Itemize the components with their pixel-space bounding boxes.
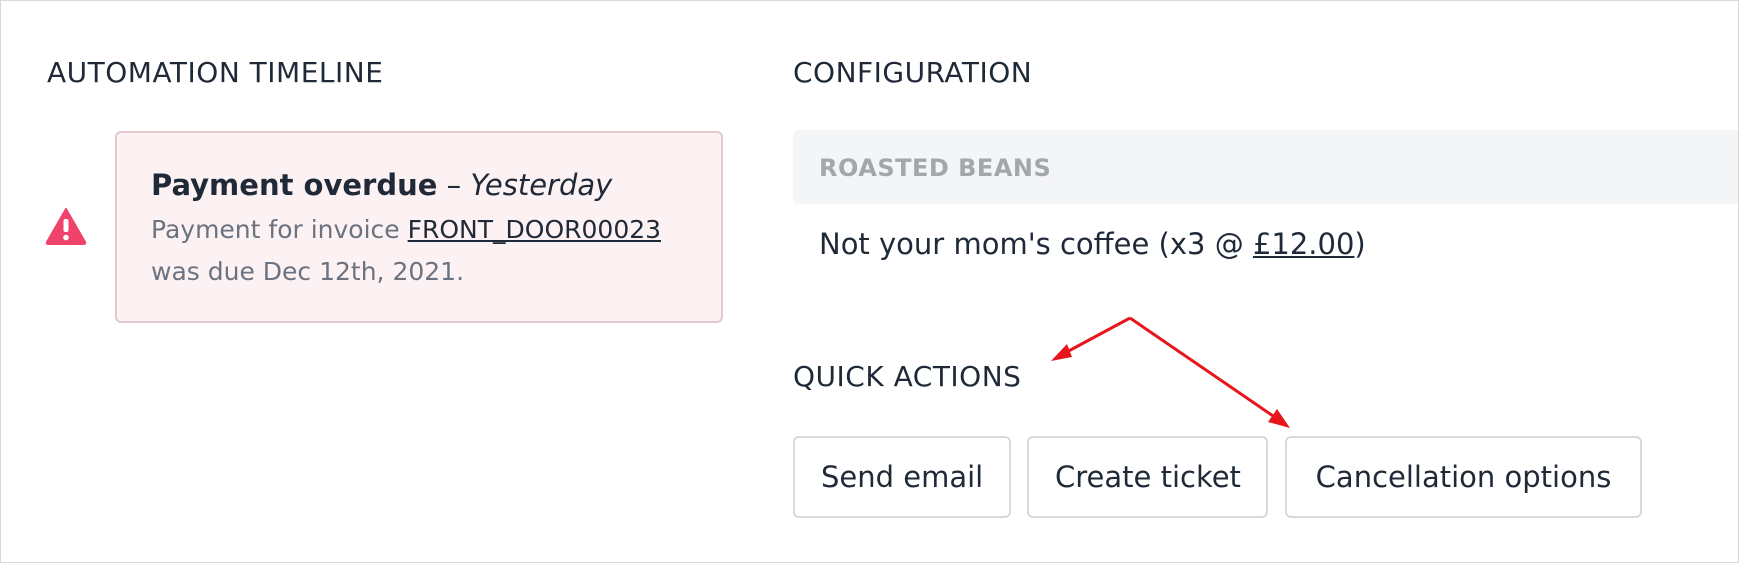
configuration-heading: CONFIGURATION <box>793 56 1033 89</box>
alert-body-prefix: Payment for invoice <box>151 214 408 244</box>
annotation-arrow-right <box>1129 316 1290 428</box>
quick-actions-heading: QUICK ACTIONS <box>793 360 1022 393</box>
product-line: Not your mom's coffee (x3 @ £12.00) <box>819 227 1366 261</box>
annotation-arrow-left <box>1051 316 1131 361</box>
cancellation-options-button[interactable]: Cancellation options <box>1285 436 1642 518</box>
alert-body-suffix: was due Dec 12th, 2021. <box>151 257 465 287</box>
alert-body: Payment for invoice FRONT_DOOR00023was d… <box>151 209 687 294</box>
product-suffix: ) <box>1354 227 1366 261</box>
alert-title: Payment overdue – Yesterday <box>151 167 687 205</box>
automation-timeline-heading: AUTOMATION TIMELINE <box>47 56 384 89</box>
alert-timestamp: Yesterday <box>470 168 613 202</box>
product-qty: (x3 @ <box>1149 227 1253 261</box>
page-frame: AUTOMATION TIMELINE Payment overdue – Ye… <box>0 0 1739 563</box>
config-group-header: ROASTED BEANS <box>793 130 1738 204</box>
invoice-link[interactable]: FRONT_DOOR00023 <box>408 215 661 244</box>
send-email-button[interactable]: Send email <box>793 436 1011 518</box>
alert-title-text: Payment overdue <box>151 168 438 202</box>
price-link[interactable]: £12.00 <box>1253 227 1354 261</box>
config-group-label: ROASTED BEANS <box>819 154 1052 182</box>
product-name: Not your mom's coffee <box>819 227 1150 261</box>
warning-triangle-icon <box>45 208 87 245</box>
alert-title-separator: – <box>437 168 471 202</box>
payment-overdue-alert: Payment overdue – Yesterday Payment for … <box>115 131 723 323</box>
create-ticket-button[interactable]: Create ticket <box>1027 436 1268 518</box>
